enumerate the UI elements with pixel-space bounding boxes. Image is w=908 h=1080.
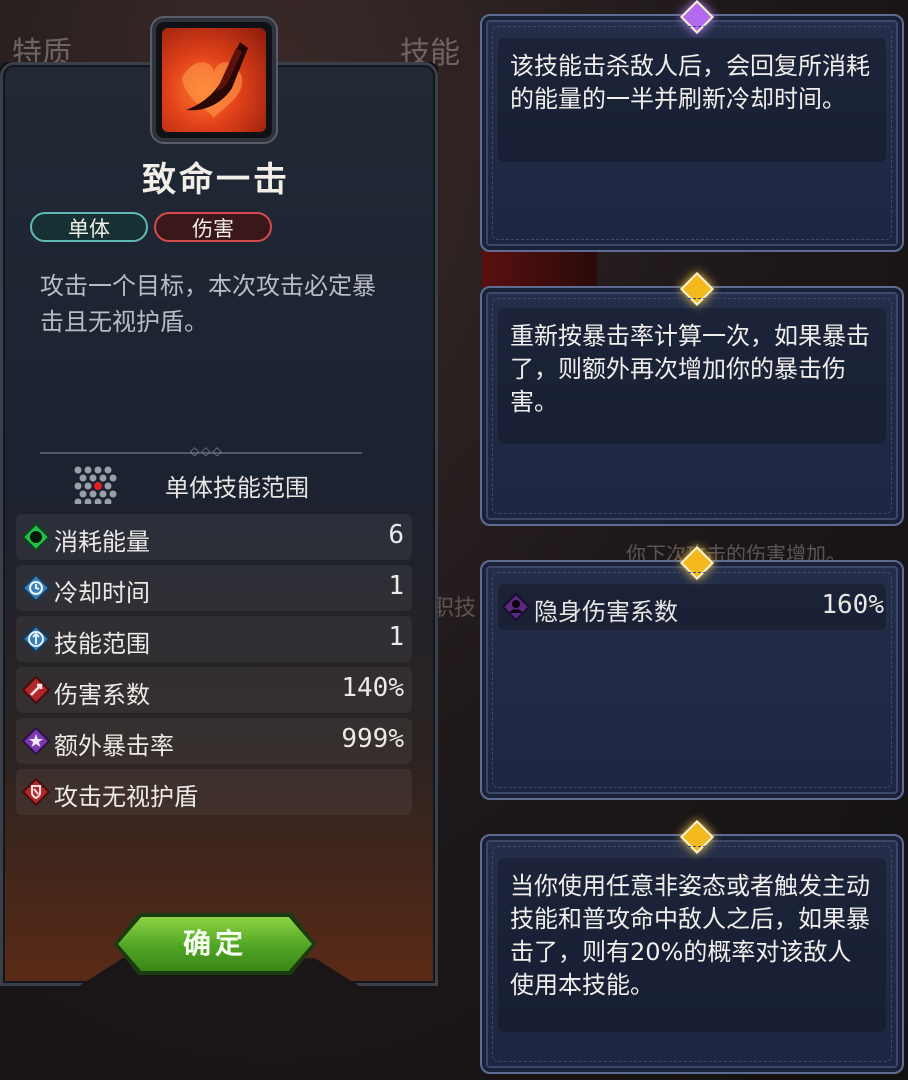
- upgrade-card-1[interactable]: 该技能击杀敌人后，会回复所消耗的能量的一半并刷新冷却时间。: [480, 0, 904, 252]
- skill-description: 攻击一个目标，本次攻击必定暴击且无视护盾。: [40, 272, 376, 336]
- stat-label: 隐身伤害系数: [534, 598, 678, 626]
- stat-label: 技能范围: [54, 630, 150, 658]
- tag-damage: 伤害: [154, 212, 272, 242]
- skill-range-label: 单体技能范围: [165, 474, 309, 502]
- skill-portrait: [152, 18, 276, 142]
- stat-row-skill-range: 技能范围 1: [16, 616, 412, 662]
- divider-ornament: ◇◇◇: [190, 444, 224, 458]
- damage-icon: [22, 676, 50, 704]
- shield-break-icon: [22, 778, 50, 806]
- stat-row-stealth-damage: 隐身伤害系数 160%: [498, 584, 886, 630]
- upgrade-card-text: 该技能击杀敌人后，会回复所消耗的能量的一半并刷新冷却时间。: [498, 38, 886, 162]
- upgrade-card-text: 重新按暴击率计算一次，如果暴击了，则额外再次增加你的暴击伤害。: [498, 308, 886, 444]
- stat-label: 额外暴击率: [54, 732, 174, 760]
- stat-label: 攻击无视护盾: [54, 783, 198, 811]
- slash-attack-icon: [182, 42, 248, 118]
- stat-label: 伤害系数: [54, 681, 150, 709]
- tag-single-target: 单体: [30, 212, 148, 242]
- stat-value: 160%: [821, 590, 884, 620]
- upgrade-card-4[interactable]: 当你使用任意非姿态或者触发主动技能和普攻命中敌人之后，如果暴击了，则有20%的概…: [480, 820, 904, 1074]
- stat-label: 消耗能量: [54, 528, 150, 556]
- energy-icon: [22, 523, 50, 551]
- stat-row-ignore-shield: 攻击无视护盾: [16, 769, 412, 815]
- background-skill-slot: [482, 250, 597, 288]
- confirm-button[interactable]: 确定: [118, 917, 312, 971]
- range-icon: [22, 625, 50, 653]
- stealth-icon: [502, 593, 530, 621]
- stat-value: 140%: [341, 673, 404, 703]
- upgrade-card-text: 当你使用任意非姿态或者触发主动技能和普攻命中敌人之后，如果暴击了，则有20%的概…: [498, 858, 886, 1032]
- stat-value: 999%: [341, 724, 404, 754]
- stat-value: 1: [388, 571, 404, 601]
- skill-name: 致命一击: [142, 160, 290, 200]
- stat-row-damage-coefficient: 伤害系数 140%: [16, 667, 412, 713]
- upgrade-card-3[interactable]: 隐身伤害系数 160%: [480, 546, 904, 800]
- stat-value: 1: [388, 622, 404, 652]
- background-faded-label: 职技: [432, 596, 477, 621]
- upgrade-card-2[interactable]: 重新按暴击率计算一次，如果暴击了，则额外再次增加你的暴击伤害。: [480, 272, 904, 526]
- crit-icon: [22, 727, 50, 755]
- stat-row-extra-crit-rate: 额外暴击率 999%: [16, 718, 412, 764]
- stat-row-energy-cost: 消耗能量 6: [16, 514, 412, 560]
- stat-label: 冷却时间: [54, 579, 150, 607]
- stat-row-cooldown: 冷却时间 1: [16, 565, 412, 611]
- stat-value: 6: [388, 520, 404, 550]
- range-grid-icon: [74, 466, 117, 504]
- cooldown-icon: [22, 574, 50, 602]
